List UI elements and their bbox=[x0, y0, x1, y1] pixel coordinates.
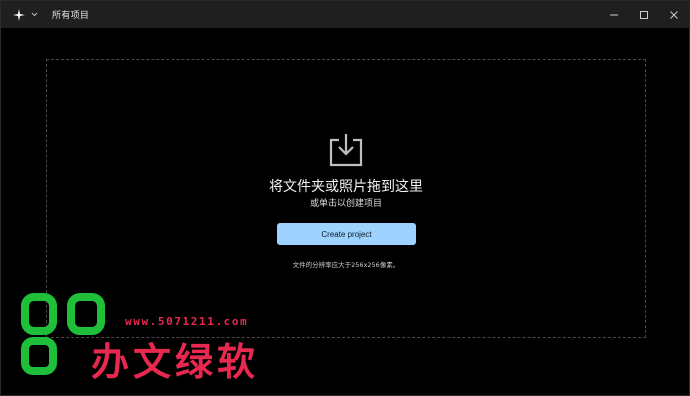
sparkle-icon[interactable] bbox=[12, 8, 26, 22]
minimize-icon[interactable] bbox=[599, 1, 629, 28]
watermark: www.5071211.com 办文绿软 bbox=[21, 293, 281, 384]
watermark-url: www.5071211.com bbox=[125, 315, 249, 328]
drop-subtitle: 或单击以创建项目 bbox=[309, 199, 382, 209]
import-tray-icon bbox=[328, 132, 364, 168]
watermark-name: 办文绿软 bbox=[91, 340, 260, 384]
window-title: 所有项目 bbox=[52, 11, 90, 21]
window-controls bbox=[599, 1, 689, 28]
create-project-button[interactable]: Create project bbox=[277, 223, 416, 245]
drop-title: 将文件夹或照片拖到这里 bbox=[269, 179, 423, 195]
chevron-down-icon[interactable] bbox=[29, 10, 39, 20]
close-icon[interactable] bbox=[659, 1, 689, 28]
resolution-hint: 文件的分辨率应大于256x256像素。 bbox=[292, 261, 400, 269]
app-window: 所有项目 将文件夹或照片拖到这里 或单击以创建项目 Create project… bbox=[0, 0, 690, 396]
maximize-icon[interactable] bbox=[629, 1, 659, 28]
title-bar[interactable]: 所有项目 bbox=[1, 1, 689, 28]
